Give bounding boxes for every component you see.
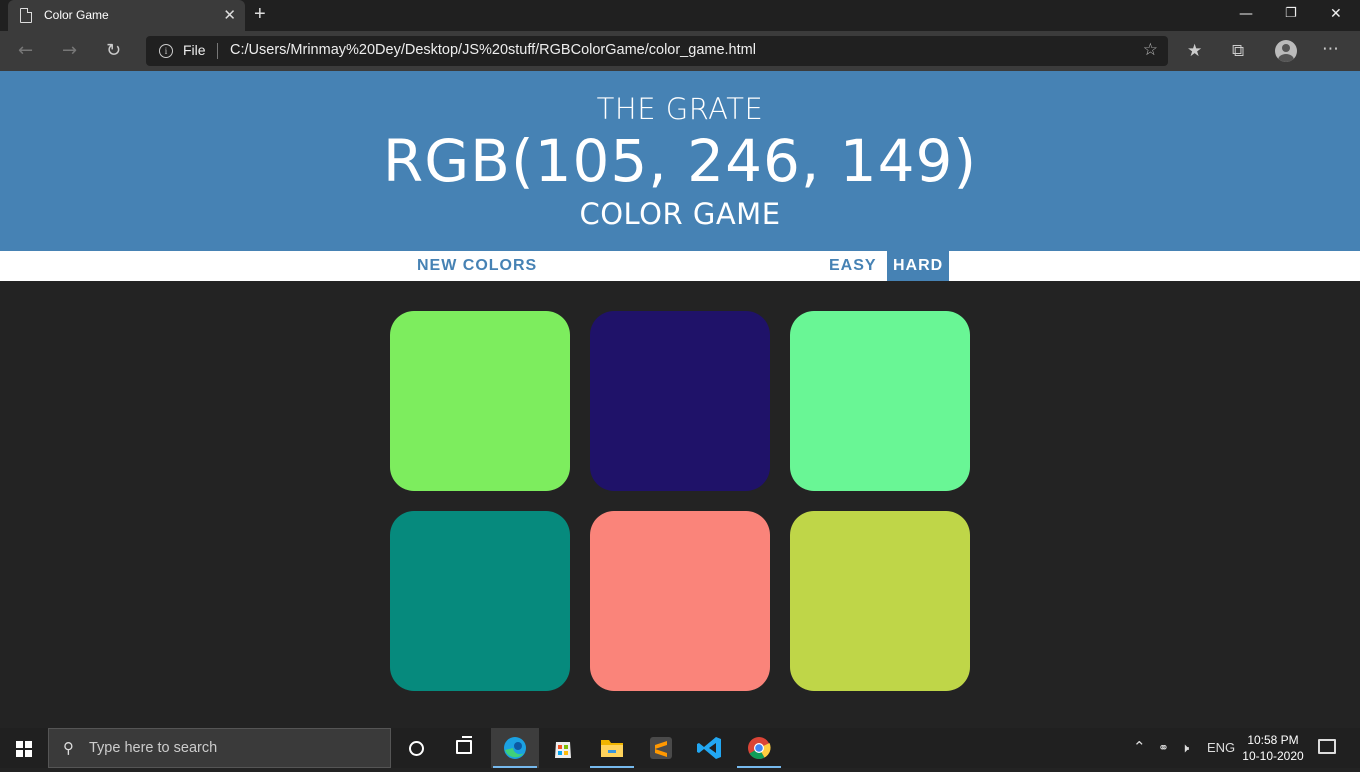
vscode-icon[interactable] bbox=[686, 728, 734, 768]
color-square[interactable] bbox=[390, 311, 570, 491]
header-title-line3: COLOR GAME bbox=[579, 197, 781, 231]
page-icon bbox=[20, 8, 32, 23]
clock-date: 10-10-2020 bbox=[1242, 749, 1304, 763]
cortana-icon[interactable] bbox=[409, 741, 424, 756]
info-icon[interactable]: i bbox=[159, 44, 173, 58]
back-icon[interactable]: ← bbox=[18, 40, 33, 62]
search-icon: ⚲ bbox=[63, 739, 74, 757]
browser-toolbar: ← → ↻ i File C:/Users/Mrinmay%20Dey/Desk… bbox=[0, 31, 1360, 71]
easy-mode-button[interactable]: EASY bbox=[823, 251, 883, 281]
hard-mode-button[interactable]: HARD bbox=[887, 251, 949, 281]
file-explorer-icon[interactable] bbox=[588, 728, 636, 768]
notification-icon[interactable] bbox=[1318, 739, 1336, 754]
collections-icon[interactable]: ⧉ bbox=[1232, 40, 1244, 62]
browser-titlebar: Color Game ✕ + — ❐ ✕ bbox=[0, 0, 1360, 31]
url-text[interactable]: C:/Users/Mrinmay%20Dey/Desktop/JS%20stuf… bbox=[230, 42, 756, 58]
address-scheme-label: File bbox=[183, 42, 206, 58]
header-title-line1: THE GRATE bbox=[596, 92, 764, 126]
task-view-icon[interactable] bbox=[456, 736, 472, 754]
search-placeholder: Type here to search bbox=[89, 740, 218, 756]
sublime-text-icon[interactable] bbox=[637, 728, 685, 768]
refresh-icon[interactable]: ↻ bbox=[106, 40, 121, 62]
game-header: THE GRATE RGB(105, 246, 149) COLOR GAME bbox=[0, 71, 1360, 251]
edge-icon[interactable] bbox=[491, 728, 539, 768]
new-colors-button[interactable]: NEW COLORS bbox=[411, 251, 543, 281]
close-icon[interactable]: ✕ bbox=[1330, 5, 1342, 23]
network-icon[interactable]: ⚭ bbox=[1158, 740, 1169, 756]
favorite-star-icon[interactable]: ☆ bbox=[1143, 40, 1158, 60]
store-icon[interactable] bbox=[539, 728, 587, 768]
favorites-icon[interactable]: ★ bbox=[1187, 40, 1202, 62]
minimize-icon[interactable]: — bbox=[1239, 5, 1253, 23]
chrome-icon[interactable] bbox=[735, 728, 783, 768]
volume-icon[interactable]: 🕨 bbox=[1181, 740, 1189, 756]
new-tab-button[interactable]: + bbox=[254, 3, 266, 25]
taskbar-search[interactable]: ⚲ Type here to search bbox=[48, 728, 391, 768]
color-square[interactable] bbox=[390, 511, 570, 691]
address-bar[interactable]: i File C:/Users/Mrinmay%20Dey/Desktop/JS… bbox=[146, 36, 1168, 66]
forward-icon[interactable]: → bbox=[62, 40, 77, 62]
tab-close-icon[interactable]: ✕ bbox=[223, 6, 236, 24]
clock[interactable]: 10:58 PM 10-10-2020 bbox=[1238, 732, 1308, 764]
tab-title: Color Game bbox=[44, 8, 109, 22]
restore-icon[interactable]: ❐ bbox=[1285, 5, 1297, 23]
page-content: THE GRATE RGB(105, 246, 149) COLOR GAME … bbox=[0, 71, 1360, 728]
browser-tab[interactable]: Color Game ✕ bbox=[8, 0, 245, 31]
windows-taskbar: ⚲ Type here to search ⌃ ⚭ 🕨 ENG 10:58 PM… bbox=[0, 728, 1360, 768]
color-square[interactable] bbox=[790, 311, 970, 491]
control-stripe: NEW COLORS EASY HARD bbox=[0, 251, 1360, 281]
color-square[interactable] bbox=[590, 511, 770, 691]
start-icon[interactable] bbox=[16, 741, 32, 757]
language-indicator[interactable]: ENG bbox=[1207, 740, 1235, 755]
chevron-up-icon[interactable]: ⌃ bbox=[1133, 738, 1146, 756]
more-icon[interactable]: ⋯ bbox=[1322, 38, 1339, 60]
profile-icon[interactable] bbox=[1275, 40, 1297, 62]
color-square[interactable] bbox=[790, 511, 970, 691]
color-square[interactable] bbox=[590, 311, 770, 491]
target-color-display: RGB(105, 246, 149) bbox=[382, 127, 978, 195]
address-separator bbox=[217, 43, 218, 59]
clock-time: 10:58 PM bbox=[1247, 733, 1299, 747]
